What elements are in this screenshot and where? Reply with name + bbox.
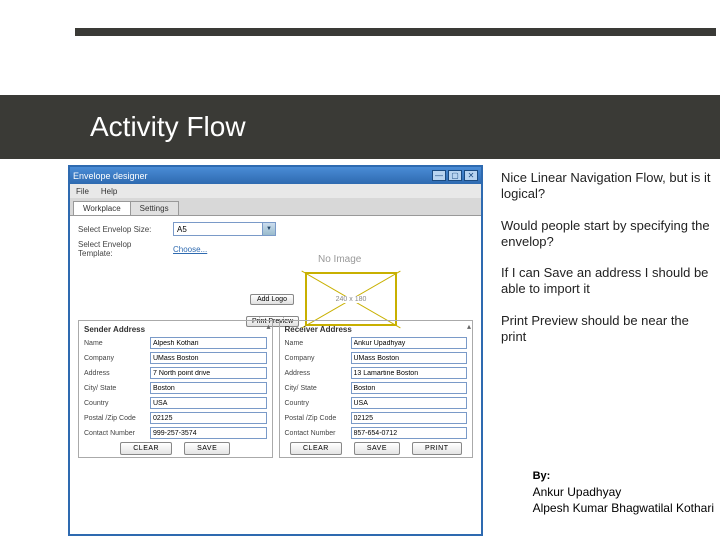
- note-2: Would people start by specifying the env…: [501, 218, 716, 251]
- tab-settings[interactable]: Settings: [130, 201, 179, 215]
- sender-contact-label: Contact Number: [84, 430, 146, 437]
- menu-bar: File Help: [70, 184, 481, 198]
- tab-workplace[interactable]: Workplace: [73, 201, 131, 215]
- receiver-zip-label: Postal /Zip Code: [285, 415, 347, 422]
- receiver-address-input[interactable]: [351, 367, 468, 379]
- image-dimensions: 240 x 180: [334, 296, 369, 303]
- sender-country-label: Country: [84, 400, 146, 407]
- image-placeholder: 240 x 180: [305, 272, 397, 326]
- envelope-size-value[interactable]: [173, 222, 263, 236]
- sender-header: Sender Address: [84, 325, 267, 334]
- menu-help[interactable]: Help: [101, 187, 117, 196]
- app-window: Envelope designer — ▢ ✕ File Help Workpl…: [68, 165, 483, 536]
- envelope-size-label: Select Envelop Size:: [78, 225, 168, 234]
- chevron-down-icon[interactable]: ▼: [263, 222, 276, 236]
- scroll-up-icon[interactable]: ▴: [266, 322, 270, 331]
- receiver-city-input[interactable]: [351, 382, 468, 394]
- receiver-contact-label: Contact Number: [285, 430, 347, 437]
- byline: By: Ankur Upadhyay Alpesh Kumar Bhagwati…: [533, 469, 714, 516]
- sender-name-input[interactable]: [150, 337, 267, 349]
- no-image-label: No Image: [318, 254, 361, 265]
- receiver-country-input[interactable]: [351, 397, 468, 409]
- sender-zip-input[interactable]: [150, 412, 267, 424]
- sender-city-label: City/ State: [84, 385, 146, 392]
- by-label: By:: [533, 469, 714, 484]
- window-title: Envelope designer: [73, 171, 148, 181]
- note-3: If I can Save an address I should be abl…: [501, 265, 716, 298]
- envelope-template-label: Select Envelop Template:: [78, 240, 168, 258]
- title-band: Activity Flow: [0, 95, 720, 159]
- envelope-size-select[interactable]: ▼: [173, 222, 276, 236]
- maximize-icon[interactable]: ▢: [448, 170, 462, 181]
- note-4: Print Preview should be near the print: [501, 313, 716, 346]
- receiver-clear-button[interactable]: CLEAR: [290, 442, 342, 455]
- note-1: Nice Linear Navigation Flow, but is it l…: [501, 170, 716, 203]
- add-logo-button[interactable]: Add Logo: [250, 294, 294, 305]
- author-1: Ankur Upadhyay: [533, 484, 714, 500]
- choose-template-link[interactable]: Choose...: [173, 245, 207, 254]
- sender-country-input[interactable]: [150, 397, 267, 409]
- slide-title: Activity Flow: [90, 111, 246, 143]
- sender-address-input[interactable]: [150, 367, 267, 379]
- sender-city-input[interactable]: [150, 382, 267, 394]
- sender-panel: ▴ Sender Address Name Company Address Ci…: [78, 320, 273, 458]
- receiver-zip-input[interactable]: [351, 412, 468, 424]
- sender-clear-button[interactable]: CLEAR: [120, 442, 172, 455]
- receiver-company-label: Company: [285, 355, 347, 362]
- receiver-company-input[interactable]: [351, 352, 468, 364]
- receiver-country-label: Country: [285, 400, 347, 407]
- receiver-name-label: Name: [285, 340, 347, 347]
- sender-name-label: Name: [84, 340, 146, 347]
- receiver-city-label: City/ State: [285, 385, 347, 392]
- tab-row: Workplace Settings: [70, 198, 481, 216]
- sender-address-label: Address: [84, 370, 146, 377]
- author-2: Alpesh Kumar Bhagwatilal Kothari: [533, 500, 714, 516]
- menu-file[interactable]: File: [76, 187, 89, 196]
- sender-zip-label: Postal /Zip Code: [84, 415, 146, 422]
- sender-company-input[interactable]: [150, 352, 267, 364]
- receiver-save-button[interactable]: SAVE: [354, 442, 400, 455]
- sender-company-label: Company: [84, 355, 146, 362]
- receiver-header: Receiver Address: [285, 325, 468, 334]
- receiver-address-label: Address: [285, 370, 347, 377]
- window-titlebar: Envelope designer — ▢ ✕: [70, 167, 481, 184]
- sender-save-button[interactable]: SAVE: [184, 442, 230, 455]
- decor-top-bar: [75, 28, 716, 36]
- scroll-up-icon[interactable]: ▴: [467, 322, 471, 331]
- receiver-contact-input[interactable]: [351, 427, 468, 439]
- sender-contact-input[interactable]: [150, 427, 267, 439]
- receiver-panel: ▴ Receiver Address Name Company Address …: [279, 320, 474, 458]
- receiver-name-input[interactable]: [351, 337, 468, 349]
- print-button[interactable]: PRINT: [412, 442, 462, 455]
- close-icon[interactable]: ✕: [464, 170, 478, 181]
- minimize-icon[interactable]: —: [432, 170, 446, 181]
